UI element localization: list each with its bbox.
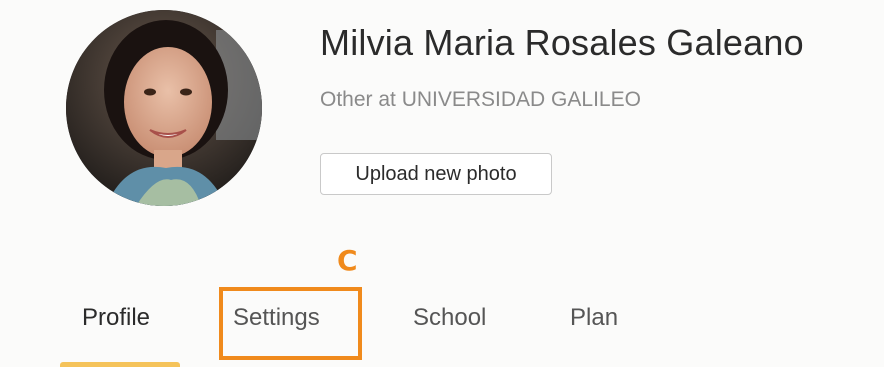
tab-plan[interactable]: Plan [570,304,618,332]
profile-subtitle: Other at UNIVERSIDAD GALILEO [320,88,641,111]
tab-profile[interactable]: Profile [82,304,150,332]
profile-photo-icon [66,10,262,206]
profile-page: Milvia Maria Rosales Galeano Other at UN… [0,0,884,367]
tab-school[interactable]: School [413,304,486,332]
upload-photo-button[interactable]: Upload new photo [320,153,552,195]
avatar[interactable] [66,10,262,206]
annotation-highlight-box [219,287,362,360]
annotation-label: C [337,244,358,277]
active-tab-indicator [60,362,180,367]
profile-name: Milvia Maria Rosales Galeano [320,22,804,63]
